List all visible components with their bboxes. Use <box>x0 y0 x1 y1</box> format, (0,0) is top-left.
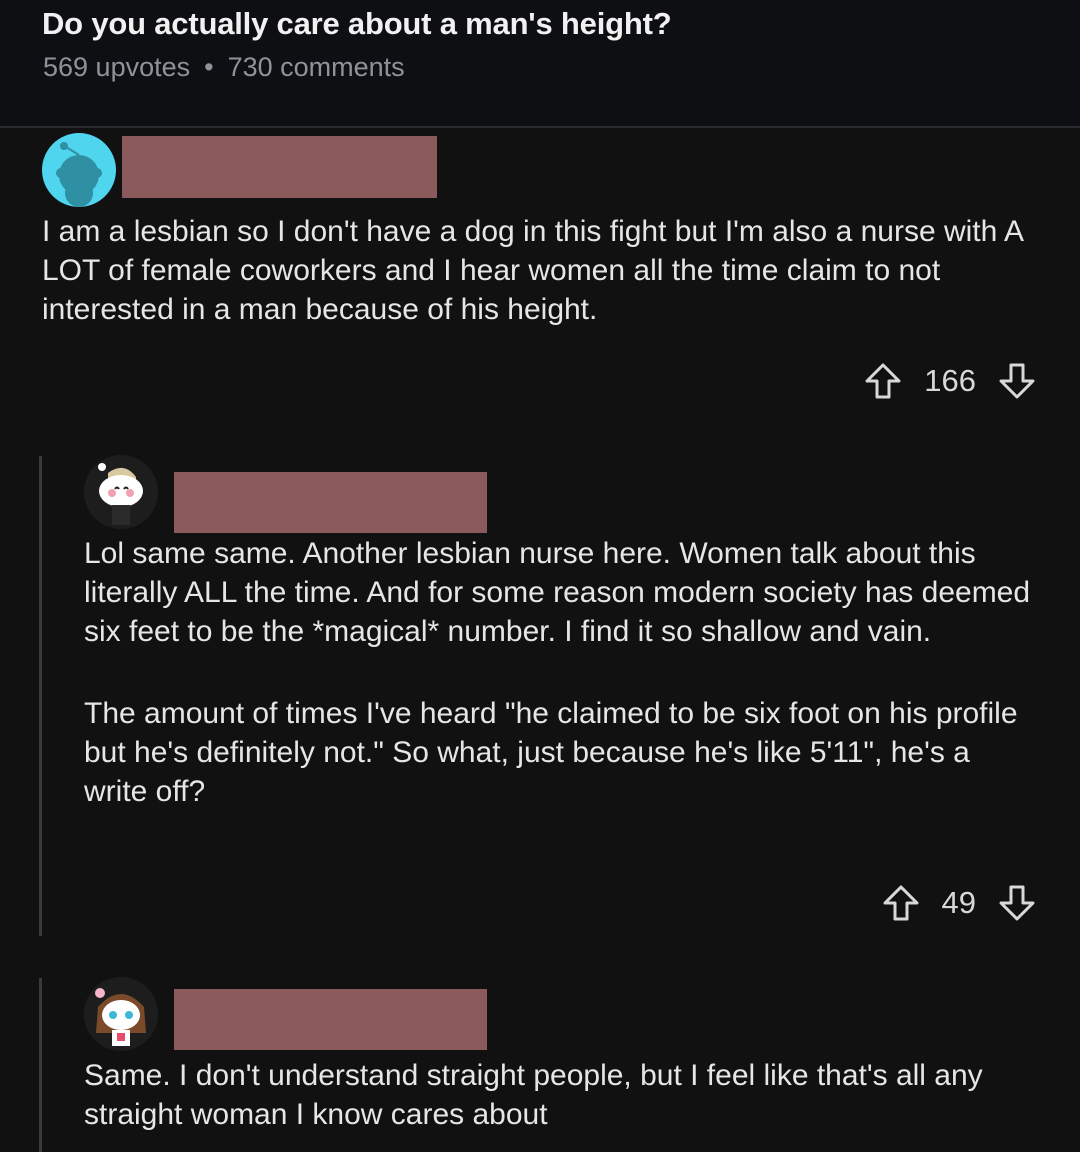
vote-controls: 49 <box>882 884 1036 922</box>
upvote-icon[interactable] <box>864 362 902 400</box>
post-meta: 569 upvotes • 730 comments <box>43 52 405 83</box>
comment-paragraph: Same. I don't understand straight people… <box>84 1059 983 1131</box>
meta-separator: • <box>204 52 214 82</box>
vote-score: 166 <box>924 363 976 398</box>
comment-count[interactable]: 730 comments <box>228 52 405 82</box>
comment-body: Same. I don't understand straight people… <box>84 1056 1044 1134</box>
snoo-avatar-icon[interactable] <box>84 977 158 1051</box>
comment-body: Lol same same. Another lesbian nurse her… <box>84 534 1034 811</box>
thread-line[interactable] <box>39 456 42 936</box>
comment-paragraph: I am a lesbian so I don't have a dog in … <box>42 215 1023 326</box>
upvote-count: 569 upvotes <box>43 52 191 82</box>
downvote-icon[interactable] <box>998 362 1036 400</box>
comment-body: I am a lesbian so I don't have a dog in … <box>42 212 1042 329</box>
snoo-avatar-icon[interactable] <box>84 455 158 529</box>
post-header: Do you actually care about a man's heigh… <box>0 0 1080 128</box>
comment-paragraph: The amount of times I've heard "he claim… <box>84 697 1018 808</box>
thread-line[interactable] <box>39 978 42 1152</box>
redacted-username <box>122 136 437 198</box>
upvote-icon[interactable] <box>882 884 920 922</box>
redacted-username <box>174 989 487 1050</box>
downvote-icon[interactable] <box>998 884 1036 922</box>
post-title[interactable]: Do you actually care about a man's heigh… <box>42 6 672 42</box>
snoo-avatar-icon[interactable] <box>42 133 116 207</box>
vote-controls: 166 <box>864 362 1036 400</box>
vote-score: 49 <box>941 885 976 920</box>
redacted-username <box>174 472 487 533</box>
comment-paragraph: Lol same same. Another lesbian nurse her… <box>84 537 1031 648</box>
